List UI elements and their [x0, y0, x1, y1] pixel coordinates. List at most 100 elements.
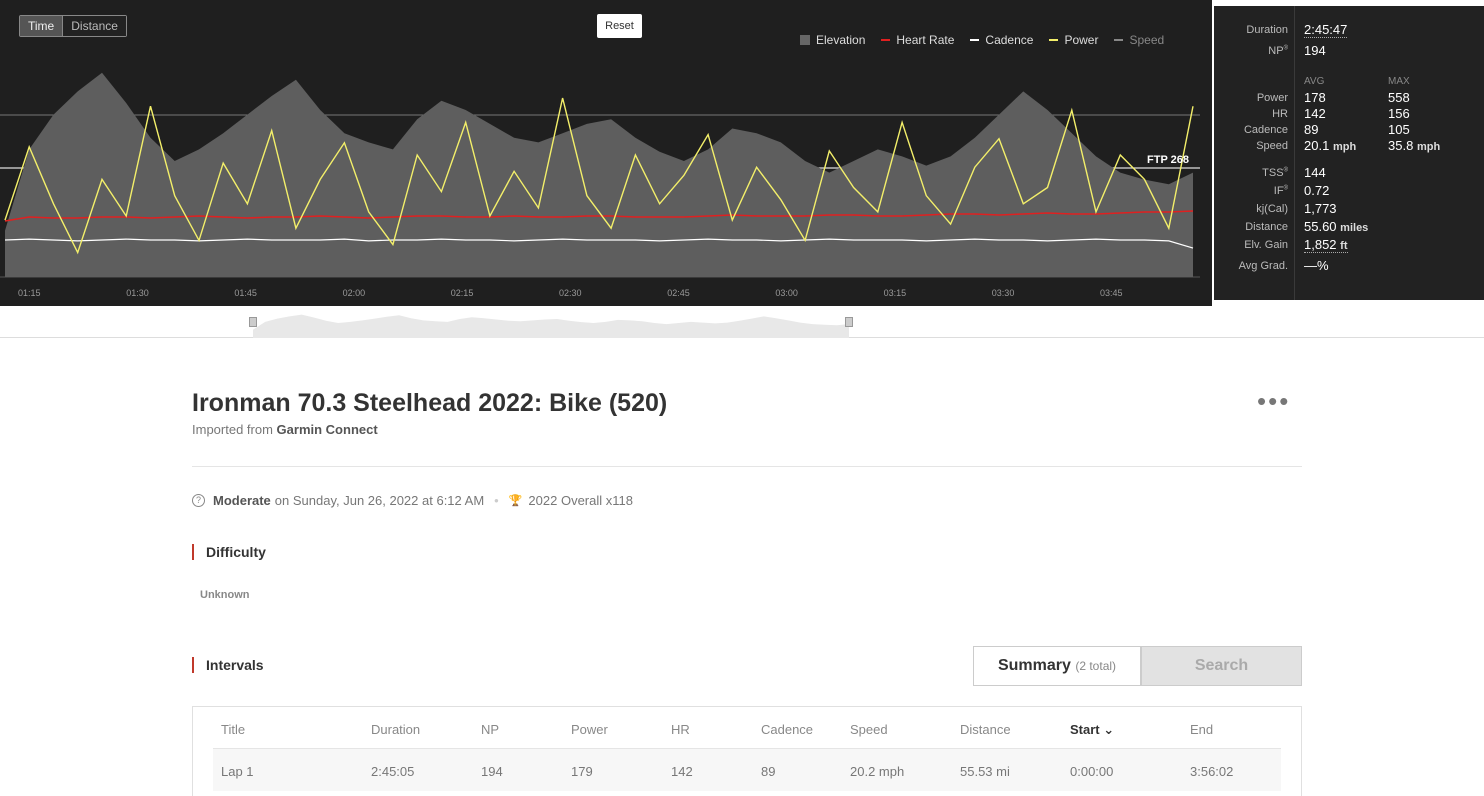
header-np[interactable]: NP [481, 722, 499, 737]
x-tick-label: 02:30 [559, 288, 582, 298]
np-label: NP® [1268, 45, 1288, 57]
time-toggle-button[interactable]: Time [20, 16, 64, 36]
legend-label: Cadence [985, 33, 1034, 47]
header-hr[interactable]: HR [671, 722, 690, 737]
range-overview [253, 314, 849, 338]
header-end[interactable]: End [1190, 722, 1213, 737]
difficulty-heading: Difficulty [192, 544, 266, 560]
reset-zoom-button[interactable]: Reset [597, 14, 642, 38]
power-label: Power [1256, 92, 1288, 104]
legend-item-power[interactable]: Power [1049, 33, 1098, 47]
plot-layer [4, 72, 1194, 277]
x-tick-label: 01:45 [234, 288, 257, 298]
cell-speed: 20.2 mph [850, 764, 905, 779]
legend-item-elevation[interactable]: Elevation [800, 33, 865, 47]
tab-summary[interactable]: Summary (2 total) [973, 646, 1141, 686]
distance-label: Distance [1245, 221, 1288, 233]
help-icon[interactable]: ? [192, 494, 205, 507]
difficulty-word: Moderate [213, 493, 271, 508]
cell-cadence: 89 [761, 764, 776, 779]
x-tick-label: 03:30 [991, 288, 1015, 298]
if-label: IF® [1273, 185, 1288, 197]
kj-value: 1,773 [1304, 201, 1337, 216]
legend-swatch [800, 35, 810, 45]
avg-grad-value: —% [1304, 258, 1329, 273]
header-title[interactable]: Title [221, 722, 245, 737]
avg-column-header: AVG [1304, 76, 1325, 87]
ranking-text[interactable]: 2022 Overall x118 [528, 493, 633, 508]
range-handle-left[interactable] [249, 317, 257, 327]
hr-max: 156 [1388, 106, 1410, 121]
activity-date: on Sunday, Jun 26, 2022 at 6:12 AM [274, 493, 485, 508]
sort-chevron-icon: ⌄ [1103, 722, 1115, 737]
legend-label: Speed [1129, 33, 1165, 47]
elv-gain-label: Elv. Gain [1244, 239, 1288, 251]
cadence-avg: 89 [1304, 122, 1319, 137]
header-duration[interactable]: Duration [371, 722, 420, 737]
chart-legend: Elevation Heart Rate Cadence Power Speed [800, 33, 1180, 47]
speed-label: Speed [1256, 140, 1288, 152]
power-avg: 178 [1304, 90, 1326, 105]
table-row[interactable]: Lap 1 2:45:05 194 179 142 89 20.2 mph 55… [213, 749, 1281, 791]
legend-label: Power [1064, 33, 1099, 47]
import-source-link[interactable]: Garmin Connect [277, 422, 378, 437]
x-tick-label: 02:45 [667, 288, 690, 298]
legend-item-cadence[interactable]: Cadence [970, 33, 1033, 47]
if-value: 0.72 [1304, 183, 1330, 198]
header-power[interactable]: Power [571, 722, 608, 737]
kj-label: kj(Cal) [1256, 203, 1288, 215]
ftp-label: FTP 268 [1147, 154, 1189, 166]
header-speed[interactable]: Speed [850, 722, 888, 737]
elv-gain-value[interactable]: 1,852 ft [1304, 237, 1348, 253]
x-tick-label: 02:00 [342, 288, 366, 298]
range-selector[interactable] [0, 306, 1484, 338]
cadence-label: Cadence [1243, 124, 1288, 136]
cell-title: Lap 1 [221, 764, 254, 779]
legend-item-speed[interactable]: Speed [1114, 33, 1164, 47]
more-options-button[interactable]: ••• [1257, 388, 1290, 414]
legend-label: Heart Rate [896, 33, 955, 47]
range-elevation-area [253, 314, 849, 338]
x-tick-label: 01:15 [18, 288, 41, 298]
x-tick-label: 03:15 [883, 288, 907, 298]
header-start[interactable]: Start ⌄ [1070, 722, 1114, 738]
cell-duration: 2:45:05 [371, 764, 415, 779]
cell-np: 194 [481, 764, 503, 779]
legend-label: Elevation [816, 33, 866, 47]
max-column-header: MAX [1388, 76, 1410, 87]
divider [192, 466, 1302, 467]
duration-value[interactable]: 2:45:47 [1304, 22, 1348, 38]
avg-grad-label: Avg Grad. [1238, 260, 1288, 272]
duration-label: Duration [1246, 24, 1288, 36]
x-tick-label: 01:30 [126, 288, 149, 298]
activity-chart[interactable]: Time Distance Reset Elevation Heart Rate C… [0, 0, 1212, 306]
tab-search[interactable]: Search [1141, 646, 1302, 686]
tss-label: TSS® [1262, 167, 1288, 179]
hr-label: HR [1272, 108, 1288, 120]
legend-swatch [1114, 39, 1124, 41]
distance-toggle-button[interactable]: Distance [63, 16, 126, 36]
intervals-table: Title Duration NP Power HR Cadence Speed… [192, 706, 1302, 796]
np-value: 194 [1304, 43, 1326, 58]
trophy-icon: 🏆 [508, 495, 523, 507]
legend-swatch [881, 39, 891, 41]
x-axis-toggle: Time Distance [19, 15, 127, 37]
legend-item-heart-rate[interactable]: Heart Rate [881, 33, 954, 47]
cell-end: 3:56:02 [1190, 764, 1234, 779]
range-handle-right[interactable] [845, 317, 853, 327]
x-tick-label: 03:00 [775, 288, 798, 298]
page-title: Ironman 70.3 Steelhead 2022: Bike (520) [192, 389, 668, 417]
stats-divider [1294, 6, 1295, 300]
elevation-area [5, 72, 1193, 277]
separator-dot: • [494, 493, 499, 508]
header-cadence[interactable]: Cadence [761, 722, 813, 737]
hr-avg: 142 [1304, 106, 1326, 121]
intervals-heading: Intervals [192, 657, 264, 673]
speed-avg: 20.1 mph [1304, 138, 1357, 153]
tss-value: 144 [1304, 165, 1326, 180]
legend-swatch [1049, 39, 1059, 41]
legend-swatch [970, 39, 980, 41]
x-tick-label: 02:15 [450, 288, 474, 298]
header-distance[interactable]: Distance [960, 722, 1011, 737]
x-tick-label: 03:45 [1100, 288, 1123, 298]
